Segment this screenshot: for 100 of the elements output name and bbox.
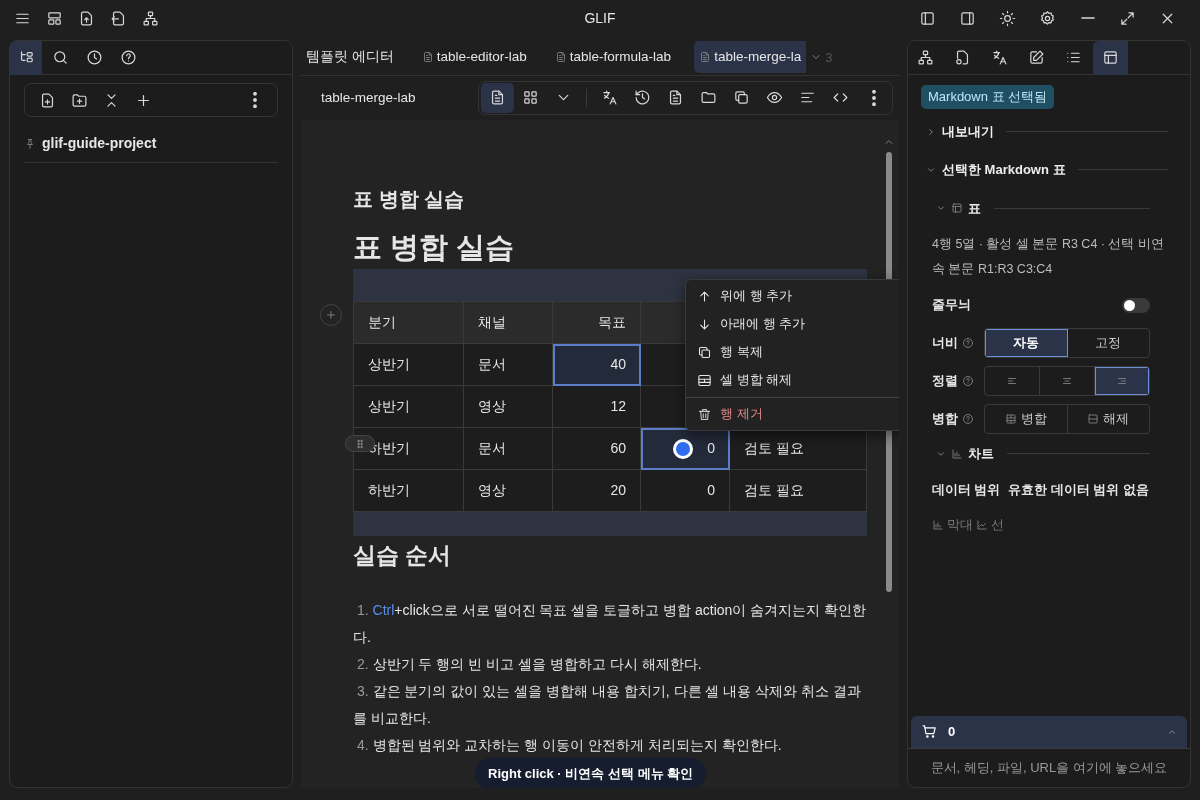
- plus-icon: [325, 309, 337, 322]
- line-chart-icon: [976, 518, 988, 531]
- pin-icon: [24, 137, 36, 150]
- list-item: 4. 병합된 범위와 교차하는 행 이동이 안전하게 처리되는지 확인한다.: [356, 735, 783, 755]
- doc-icon: [667, 89, 684, 107]
- document-view-button[interactable]: [481, 82, 514, 113]
- table-cell: 문서: [478, 440, 506, 457]
- copy-icon: [697, 344, 712, 360]
- column-header[interactable]: 채널: [478, 314, 506, 331]
- grip-icon: [354, 437, 366, 450]
- sideleft-icon: [919, 9, 936, 27]
- document-icon: [554, 51, 567, 64]
- sitemap-icon: [141, 9, 159, 27]
- trash-icon: [697, 406, 712, 422]
- arrow-down-icon: [697, 316, 712, 332]
- merge-option-button[interactable]: 병합: [985, 405, 1068, 433]
- menu-item[interactable]: 행 제거: [686, 397, 899, 429]
- toggle-switch[interactable]: [1122, 297, 1150, 313]
- table-cell: 20: [610, 482, 626, 499]
- table-cell: 영상: [478, 398, 506, 415]
- align-icon: [1061, 375, 1073, 387]
- cart-icon: [921, 723, 938, 740]
- table-icon: [1087, 413, 1100, 425]
- segment-button[interactable]: 고정: [1067, 329, 1149, 357]
- section-header[interactable]: 내보내기: [926, 116, 1168, 147]
- align-icon: [1116, 375, 1128, 387]
- menu-item[interactable]: 셀 병합 해제: [686, 366, 899, 395]
- chevron-right-icon: [926, 126, 936, 137]
- column-header[interactable]: 목표: [598, 314, 626, 331]
- table-cell: 검토 필요: [744, 482, 804, 499]
- cursor-handle[interactable]: [673, 439, 694, 460]
- column-header[interactable]: 분기: [368, 314, 396, 331]
- translate-icon: [601, 89, 618, 107]
- list-item: 3. 같은 분기의 값이 있는 셀을 병합해 내용 합치기, 다른 셀 내용 삭제와 취소 결과를 비교한다.: [353, 681, 863, 728]
- table-cell: 0: [707, 439, 715, 456]
- drop-zone: 문서, 헤딩, 파일, URL을 여기에 놓으세요: [908, 747, 1190, 787]
- merge-option-button[interactable]: 해제: [1067, 405, 1149, 433]
- status-badge: Markdown 표 선택됨: [921, 85, 1055, 109]
- table-cell: 검토 필요: [744, 440, 804, 457]
- table-icon: [697, 372, 712, 388]
- help-icon: [962, 375, 974, 387]
- table-icon: [1004, 413, 1017, 425]
- menu-item[interactable]: 아래에 행 추가: [686, 310, 899, 339]
- edit-icon: [1028, 49, 1045, 66]
- table-cell: 0: [707, 482, 715, 499]
- menu-item[interactable]: 위에 행 추가: [686, 282, 899, 311]
- doc-icon: [489, 89, 506, 107]
- clock-icon: [85, 49, 103, 66]
- expand-icon: [1119, 9, 1136, 27]
- document-title: 표 병합 실습: [353, 186, 466, 212]
- dots-icon: [253, 92, 257, 108]
- field-label: 병합: [932, 410, 958, 429]
- table-info: 4행 5열 · 활성 셀 본문 R3 C4 · 선택 비연속 본문 R1:R3 C3:C4: [932, 236, 1164, 278]
- document-name: table-merge-lab: [321, 88, 416, 107]
- table-cell: 문서: [478, 356, 506, 373]
- heading: 표 병합 실습: [353, 229, 516, 265]
- scrollbar-thumb[interactable]: [886, 151, 892, 592]
- folderplus-icon: [70, 91, 88, 109]
- window-title: GLIF: [584, 9, 616, 26]
- document-icon: [699, 51, 712, 64]
- editor-tab[interactable]: table-formula-lab: [549, 41, 677, 74]
- align-icon: [1006, 375, 1018, 387]
- sideright-icon: [959, 9, 976, 27]
- table-cell: 40: [610, 356, 626, 373]
- field-label: 너비: [932, 334, 958, 353]
- bar-chart-icon: [951, 447, 963, 460]
- cart-bar[interactable]: 0: [911, 715, 1187, 748]
- menu-item[interactable]: 행 복제: [686, 338, 899, 367]
- toast: Right click · 비연속 선택 메뉴 확인: [475, 757, 707, 788]
- sitemap-icon: [917, 49, 934, 66]
- grid-icon: [522, 89, 539, 107]
- subsection-header[interactable]: 차트: [936, 444, 1150, 464]
- dots-icon: [871, 89, 876, 106]
- search-icon: [51, 49, 69, 66]
- section-header[interactable]: 선택한 Markdown 표: [926, 154, 1168, 185]
- editor-tab[interactable]: table-editor-lab: [416, 41, 532, 74]
- field-label: 데이터 범위: [932, 482, 1001, 500]
- section-heading: 실습 순서: [353, 541, 453, 571]
- table-cell: 상반기: [368, 398, 410, 415]
- minus-icon: [1080, 17, 1095, 19]
- arrow-up-icon: [697, 288, 712, 304]
- filelink-icon: [954, 49, 971, 66]
- fileimport-icon: [109, 9, 127, 27]
- table-cell: 영상: [478, 482, 506, 499]
- table-cell: 12: [610, 398, 626, 415]
- editor-tab[interactable]: 템플릿 에디터: [301, 41, 399, 74]
- segment-button[interactable]: 자동: [985, 329, 1068, 357]
- editor-tab[interactable]: table-merge-la: [694, 41, 807, 74]
- explorer-tab[interactable]: [10, 40, 42, 75]
- table-cell: 60: [610, 440, 626, 457]
- sun-icon: [999, 9, 1016, 27]
- field-label: 줄무늬: [932, 296, 972, 315]
- align-right-button[interactable]: [1095, 367, 1149, 395]
- bar-chart-icon: [932, 518, 944, 531]
- help-icon: [119, 49, 137, 66]
- gear-icon: [1039, 9, 1056, 27]
- project-name[interactable]: glif-guide-project: [42, 133, 157, 154]
- table-tab[interactable]: [1093, 40, 1128, 75]
- subsection-header[interactable]: 표: [936, 198, 1150, 218]
- range-value: 유효한 데이터 범위 없음: [1008, 482, 1149, 500]
